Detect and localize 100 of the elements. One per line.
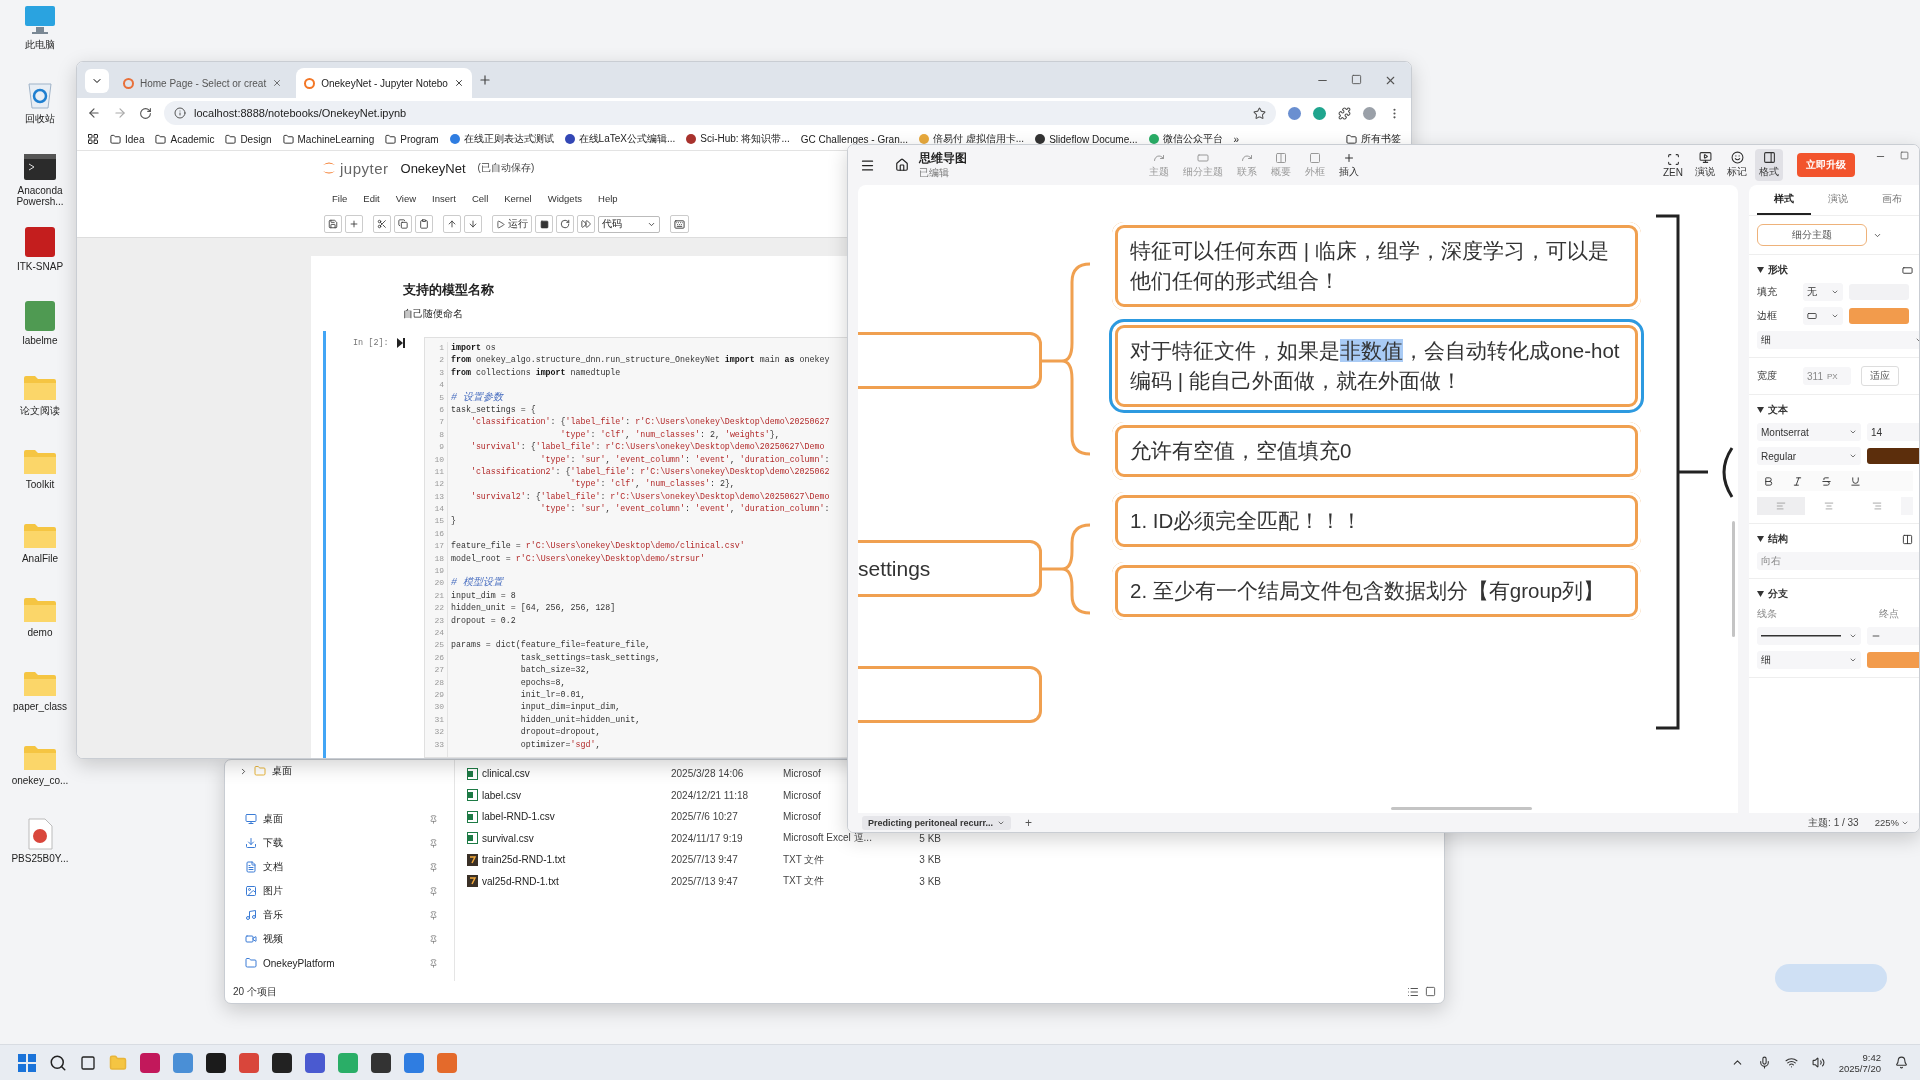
- menu-item[interactable]: Insert: [424, 192, 464, 204]
- reload-icon[interactable]: [139, 106, 152, 120]
- desktop-icon-label[interactable]: 此电脑: [1, 39, 79, 50]
- section-title[interactable]: 文本: [1768, 403, 1788, 417]
- cell-type-dropdown[interactable]: 代码: [598, 215, 660, 233]
- desktop-icon-label[interactable]: 回收站: [1, 113, 79, 124]
- extension-icon[interactable]: [1288, 106, 1301, 120]
- fit-button[interactable]: 适应: [1861, 366, 1899, 386]
- notification-icon[interactable]: [1895, 1056, 1908, 1069]
- run-button[interactable]: 运行: [492, 215, 532, 233]
- search-icon[interactable]: [49, 1053, 67, 1072]
- back-icon[interactable]: [87, 106, 101, 120]
- menu-item[interactable]: File: [324, 192, 356, 204]
- add-cell-button[interactable]: [345, 215, 363, 233]
- panel-tab[interactable]: 画布: [1865, 185, 1919, 215]
- bold-icon[interactable]: [1763, 475, 1774, 487]
- file-name[interactable]: survival.csv: [482, 832, 534, 844]
- border-color-swatch[interactable]: [1849, 308, 1909, 324]
- desktop-icon-label[interactable]: ITK-SNAP: [1, 261, 79, 272]
- bookmark[interactable]: 微信公众平台: [1148, 132, 1223, 146]
- puzzle-icon[interactable]: [1338, 106, 1351, 120]
- pin-icon[interactable]: [429, 958, 438, 968]
- sheet-tab[interactable]: Predicting peritoneal recurr...: [862, 815, 1012, 830]
- volume-icon[interactable]: [1811, 1056, 1825, 1069]
- nav-item[interactable]: 图片: [263, 884, 423, 898]
- topic-node[interactable]: 对于特征文件，如果是非数值，会自动转化成one-hot编码 | 能自己外面做，就在外面做！: [1109, 319, 1644, 413]
- view-button[interactable]: 格式: [1755, 149, 1783, 181]
- font-weight-dropdown[interactable]: Regular: [1757, 447, 1861, 465]
- cut-button[interactable]: [373, 215, 391, 233]
- all-bookmarks-folder[interactable]: 所有书签: [1346, 132, 1401, 146]
- stop-button[interactable]: [535, 215, 553, 233]
- topic-node[interactable]: settings: [858, 540, 1042, 597]
- font-dropdown[interactable]: Montserrat: [1757, 423, 1861, 441]
- new-tab-icon[interactable]: [477, 73, 492, 87]
- start-icon[interactable]: [18, 1053, 36, 1072]
- line-weight-dropdown[interactable]: 细: [1757, 331, 1919, 349]
- panel-tab[interactable]: 样式: [1757, 185, 1811, 215]
- pin-icon[interactable]: [429, 838, 438, 848]
- desktop-icon-label[interactable]: onekey_co...: [1, 775, 79, 786]
- file-name[interactable]: train25d-RND-1.txt: [482, 854, 566, 866]
- keyboard-button[interactable]: [670, 215, 689, 233]
- close-icon[interactable]: [453, 78, 464, 88]
- file-name[interactable]: label-RND-1.csv: [482, 811, 555, 823]
- move-up-button[interactable]: [443, 215, 461, 233]
- menu-item[interactable]: Help: [590, 192, 626, 204]
- bookmark[interactable]: GC Challenges - Gran...: [800, 133, 909, 145]
- forward-icon[interactable]: [113, 106, 127, 120]
- desktop-icon-label[interactable]: labelme: [1, 335, 79, 346]
- bookmark-folder[interactable]: Idea: [110, 133, 145, 145]
- run-cell-icon[interactable]: [396, 338, 405, 348]
- code-cell[interactable]: [323, 331, 848, 758]
- shape-icon[interactable]: [1902, 264, 1913, 276]
- underline-icon[interactable]: [1850, 475, 1861, 487]
- view-button[interactable]: 演说: [1691, 149, 1719, 181]
- browser-tab[interactable]: OnekeyNet - Jupyter Notebo: [296, 68, 472, 98]
- scrollbar[interactable]: [1732, 521, 1735, 637]
- section-title[interactable]: 结构: [1768, 532, 1788, 546]
- bookmark-folder[interactable]: Program: [385, 133, 439, 145]
- move-down-button[interactable]: [464, 215, 482, 233]
- pin-icon[interactable]: [429, 886, 438, 896]
- desktop-icon-label[interactable]: PBS25B0Y...: [1, 853, 79, 864]
- bookmark-folder[interactable]: Design: [225, 133, 272, 145]
- restart-button[interactable]: [556, 215, 574, 233]
- bookmark-folder[interactable]: Academic: [155, 133, 215, 145]
- bookmark[interactable]: 在线正则表达式测试: [449, 132, 554, 146]
- home-icon[interactable]: [895, 158, 909, 172]
- desktop-icon-label[interactable]: 论文阅读: [1, 405, 79, 416]
- copy-button[interactable]: [394, 215, 412, 233]
- address-bar[interactable]: localhost:8888/notebooks/OnekeyNet.ipynb: [164, 101, 1276, 125]
- list-view-icon[interactable]: [1407, 986, 1419, 998]
- bookmark[interactable]: 倍易付 虚拟信用卡...: [919, 132, 1025, 146]
- desktop-icon-label[interactable]: paper_class: [1, 701, 79, 712]
- bookmark[interactable]: Sci-Hub: 将知识带...: [686, 132, 790, 146]
- maximize-icon[interactable]: [1900, 151, 1909, 160]
- file-name[interactable]: label.csv: [482, 789, 521, 801]
- bookmark-folder[interactable]: MachineLearning: [282, 133, 375, 145]
- pin-icon[interactable]: [429, 862, 438, 872]
- task-view-icon[interactable]: [80, 1054, 96, 1071]
- topic-node[interactable]: [858, 666, 1042, 723]
- topic-node[interactable]: [858, 332, 1042, 389]
- topic-node[interactable]: 特征可以任何东西 | 临床，组学，深度学习，可以是他们任何的形式组合！: [1109, 219, 1644, 313]
- topic-node[interactable]: 1. ID必须完全匹配！！！: [1109, 489, 1644, 553]
- expanded-triangle-icon[interactable]: [1757, 407, 1764, 413]
- apps-icon[interactable]: [87, 133, 99, 145]
- view-button[interactable]: 标记: [1723, 149, 1751, 181]
- nav-item[interactable]: 视频: [263, 932, 423, 946]
- nav-item[interactable]: OnekeyPlatform: [263, 957, 423, 969]
- pdf-document-icon[interactable]: [26, 818, 54, 850]
- font-size-field[interactable]: 14: [1867, 423, 1919, 441]
- monitor-icon[interactable]: [23, 4, 57, 36]
- wifi-icon[interactable]: [1784, 1056, 1798, 1069]
- app-icon[interactable]: [272, 1052, 292, 1073]
- section-title[interactable]: 分支: [1768, 587, 1788, 601]
- view-button[interactable]: ZEN: [1659, 150, 1687, 180]
- menu-item[interactable]: Cell: [463, 192, 497, 204]
- document-title[interactable]: 思维导图: [919, 150, 967, 166]
- info-icon[interactable]: [174, 107, 186, 119]
- paste-button[interactable]: [415, 215, 433, 233]
- add-sheet-button[interactable]: +: [1025, 815, 1033, 830]
- nav-item[interactable]: 文档: [263, 860, 423, 874]
